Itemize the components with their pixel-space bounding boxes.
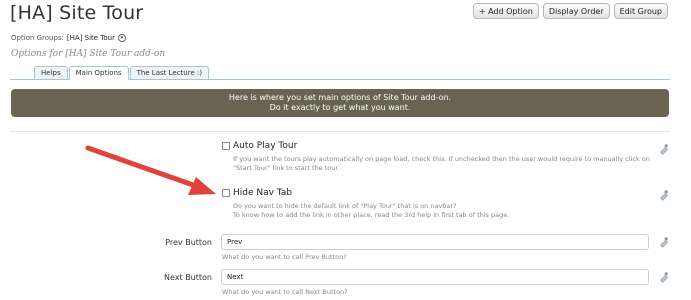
- edit-pencil-icon[interactable]: [657, 236, 669, 248]
- prev-button-hint: What do you want to call Prev Button?: [222, 253, 347, 261]
- page-subtitle: Options for [HA] Site Tour add-on: [11, 49, 166, 59]
- banner-line-1: Here is where you set main options of Si…: [228, 93, 452, 102]
- edit-pencil-icon[interactable]: [657, 271, 669, 283]
- next-button-label: Next Button: [164, 273, 212, 282]
- annotation-arrow: [85, 145, 216, 195]
- auto-play-label: Auto Play Tour: [233, 141, 298, 151]
- auto-play-hint-line-2: "Start Tour" link to start the tour.: [233, 164, 340, 172]
- auto-play-checkbox[interactable]: [222, 142, 230, 150]
- page-title: [HA] Site Tour: [10, 2, 144, 24]
- next-button-hint: What do you want to call Next Button?: [222, 288, 348, 296]
- edit-pencil-icon[interactable]: [657, 143, 669, 155]
- hide-nav-hint-line-1: Do you want to hide the default link of …: [233, 202, 457, 210]
- prev-button-input[interactable]: [221, 234, 649, 250]
- toolbar: + Add Option Display Order Edit Group: [472, 3, 668, 19]
- auto-play-hint-line-1: If you want the tours play automatically…: [233, 155, 650, 163]
- hide-nav-hint-line-2: To know how to add the link in other pla…: [233, 211, 510, 219]
- auto-play-hint: If you want the tours play automatically…: [233, 155, 650, 173]
- edit-pencil-icon[interactable]: [657, 189, 669, 201]
- dropdown-icon[interactable]: ▾: [118, 34, 126, 42]
- prev-button-label: Prev Button: [165, 238, 212, 247]
- add-option-button[interactable]: + Add Option: [472, 3, 539, 19]
- hide-nav-label: Hide Nav Tab: [233, 188, 293, 198]
- info-banner: Here is where you set main options of Si…: [11, 89, 669, 117]
- banner-line-2: Do it exactly to get what you want.: [269, 103, 411, 112]
- hide-nav-hint: Do you want to hide the default link of …: [233, 202, 509, 220]
- edit-group-button[interactable]: Edit Group: [613, 3, 668, 19]
- tab-helps[interactable]: Helps: [34, 66, 68, 79]
- next-button-input[interactable]: [221, 269, 649, 285]
- option-groups-label: Option Groups:: [11, 34, 64, 42]
- display-order-button[interactable]: Display Order: [542, 3, 610, 19]
- divider: [10, 131, 670, 132]
- option-groups-value[interactable]: [HA] Site Tour: [67, 34, 115, 42]
- tab-bar: Helps Main Options The Last Lecture :): [10, 66, 670, 80]
- hide-nav-checkbox[interactable]: [222, 189, 230, 197]
- tab-last-lecture[interactable]: The Last Lecture :): [129, 66, 210, 79]
- option-groups: Option Groups: [HA] Site Tour ▾: [11, 34, 126, 42]
- tab-main-options[interactable]: Main Options: [68, 66, 129, 80]
